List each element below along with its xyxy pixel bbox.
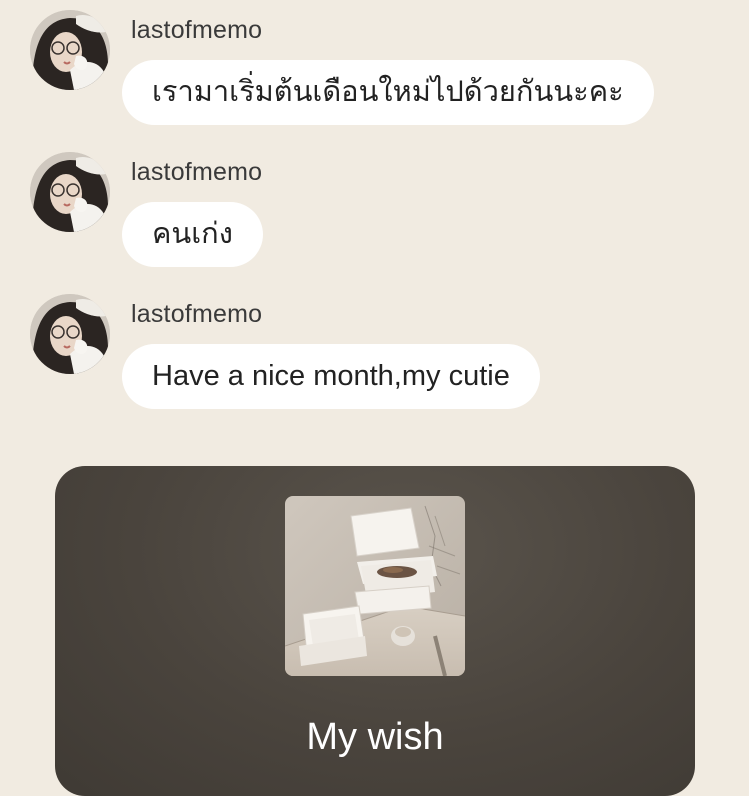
message-bubble[interactable]: เรามาเริ่มต้นเดือนใหม่ไปด้วยกันนะคะ — [122, 60, 654, 125]
avatar[interactable] — [30, 10, 110, 90]
card-title: My wish — [306, 716, 444, 758]
avatar[interactable] — [30, 294, 110, 374]
chat-message: lastofmemo Have a nice month,my cutie — [0, 294, 749, 434]
username: lastofmemo — [131, 300, 263, 328]
message-bubble[interactable]: Have a nice month,my cutie — [122, 344, 540, 409]
chat-message: lastofmemo เรามาเริ่มต้นเดือนใหม่ไปด้วยก… — [0, 10, 749, 150]
avatar[interactable] — [30, 152, 110, 232]
username: lastofmemo — [131, 158, 263, 186]
chat-message: lastofmemo คนเก่ง — [0, 152, 749, 292]
message-bubble[interactable]: คนเก่ง — [122, 202, 263, 267]
card-photo — [285, 496, 465, 676]
shared-card[interactable]: My wish — [55, 466, 695, 796]
username: lastofmemo — [131, 16, 263, 44]
